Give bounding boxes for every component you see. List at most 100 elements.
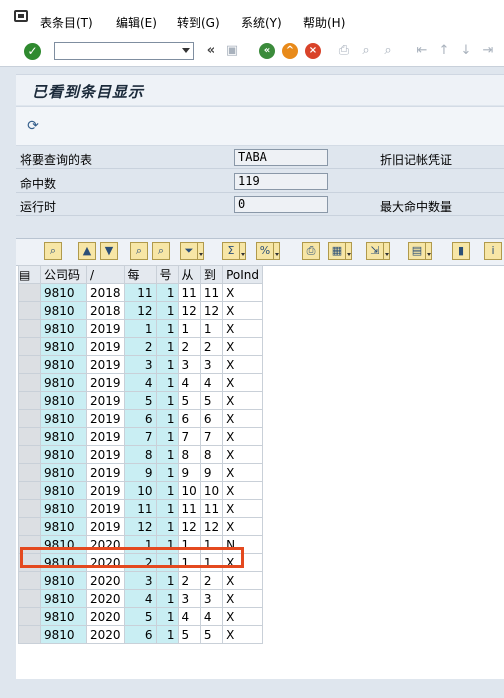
table-cell[interactable]: 2018 [86,301,125,320]
table-cell[interactable]: 11 [123,283,157,302]
table-cell[interactable]: 6 [177,409,201,428]
table-cell[interactable]: 1 [155,391,179,410]
table-cell[interactable]: 3 [123,571,157,590]
table-cell[interactable]: 4 [177,607,201,626]
table-cell[interactable]: 9810 [40,355,87,374]
table-row[interactable]: 9810 2020 4 1 3 3 X [18,589,264,608]
table-cell[interactable]: X [222,463,264,482]
table-row[interactable]: 9810 2019 10 1 10 10 X [18,481,264,500]
table-cell[interactable]: 11 [199,499,224,518]
row-selector[interactable] [18,499,41,518]
table-cell[interactable]: 3 [123,355,157,374]
table-cell[interactable]: 12 [199,301,224,320]
table-cell[interactable]: 4 [199,607,224,626]
table-cell[interactable]: X [222,625,264,644]
table-cell[interactable]: 2020 [86,607,125,626]
table-row[interactable]: 9810 2019 11 1 11 11 X [18,499,264,518]
table-cell[interactable]: 9810 [40,301,87,320]
table-cell[interactable]: 5 [123,391,157,410]
row-selector[interactable] [18,625,41,644]
table-cell[interactable]: 4 [199,373,224,392]
table-cell[interactable]: 2020 [86,589,125,608]
table-cell[interactable]: 9810 [40,499,87,518]
filter-dropdown-icon[interactable] [198,242,204,260]
row-selector[interactable] [18,607,41,626]
menu-logo-icon[interactable] [14,10,28,22]
table-cell[interactable]: 6 [123,409,157,428]
layout-dropdown-icon[interactable] [426,242,432,260]
table-cell[interactable]: 3 [199,589,224,608]
table-cell[interactable]: 8 [177,445,201,464]
table-row[interactable]: 9810 2020 3 1 2 2 X [18,571,264,590]
table-cell[interactable]: 1 [199,319,224,338]
table-cell[interactable]: 12 [199,517,224,536]
table-cell[interactable]: 9810 [40,481,87,500]
table-cell[interactable]: 2019 [86,409,125,428]
details-icon[interactable]: ⌕ [44,242,62,260]
find-next-icon[interactable]: ⌕ [152,242,170,260]
table-cell[interactable]: 2020 [86,625,125,644]
refresh-icon[interactable]: ⟳ [24,117,42,135]
table-cell[interactable]: 5 [199,391,224,410]
column-header[interactable]: 每 [123,265,157,284]
table-cell[interactable]: 6 [199,409,224,428]
table-cell[interactable]: 5 [199,625,224,644]
column-header[interactable]: 从 [177,265,201,284]
table-cell[interactable]: 1 [155,445,179,464]
table-cell[interactable]: 2019 [86,445,125,464]
table-cell[interactable]: 9810 [40,571,87,590]
table-cell[interactable]: 1 [155,427,179,446]
table-cell[interactable]: 12 [123,517,157,536]
table-cell[interactable]: 12 [177,301,201,320]
previous-page-icon[interactable]: ↑ [436,43,452,59]
select-all-icon[interactable]: ▤ [18,265,41,284]
table-cell[interactable]: 2 [177,337,201,356]
table-cell[interactable]: 2019 [86,481,125,500]
table-cell[interactable]: 4 [123,589,157,608]
table-cell[interactable]: 1 [155,625,179,644]
table-cell[interactable]: 10 [123,481,157,500]
table-row[interactable]: 9810 2020 6 1 5 5 X [18,625,264,644]
sort-ascending-icon[interactable]: ▲ [78,242,96,260]
table-cell[interactable]: 7 [177,427,201,446]
table-cell[interactable]: 7 [123,427,157,446]
back-icon[interactable]: « [259,43,275,59]
table-row[interactable]: 9810 2019 4 1 4 4 X [18,373,264,392]
table-cell[interactable]: X [222,409,264,428]
sum-dropdown-icon[interactable] [240,242,246,260]
row-selector[interactable] [18,589,41,608]
table-cell[interactable]: X [222,517,264,536]
table-cell[interactable]: X [222,355,264,374]
menu-table-entry[interactable]: 表条目(T) [40,14,93,31]
table-cell[interactable]: 1 [155,283,179,302]
table-cell[interactable]: 11 [177,283,201,302]
table-cell[interactable]: 9810 [40,607,87,626]
table-cell[interactable]: 7 [199,427,224,446]
row-selector[interactable] [18,481,41,500]
table-row[interactable]: 9810 2018 11 1 11 11 X [18,283,264,302]
table-cell[interactable]: 1 [155,319,179,338]
table-cell[interactable]: 11 [177,499,201,518]
table-cell[interactable]: 11 [199,283,224,302]
table-cell[interactable]: 5 [177,625,201,644]
column-header[interactable]: 公司码 [40,265,87,284]
table-cell[interactable]: 2019 [86,427,125,446]
table-cell[interactable]: 3 [177,355,201,374]
table-cell[interactable]: 1 [177,319,201,338]
table-cell[interactable]: 9810 [40,283,87,302]
table-cell[interactable]: X [222,373,264,392]
column-header[interactable]: PoInd [222,265,264,284]
table-cell[interactable]: 9810 [40,463,87,482]
table-cell[interactable]: 9810 [40,337,87,356]
table-cell[interactable]: X [222,337,264,356]
table-cell[interactable]: 9810 [40,517,87,536]
table-cell[interactable]: 11 [123,499,157,518]
command-field[interactable] [54,42,194,60]
table-cell[interactable]: 2019 [86,517,125,536]
table-cell[interactable]: 8 [199,445,224,464]
table-cell[interactable]: X [222,319,264,338]
table-cell[interactable]: 2019 [86,463,125,482]
table-cell[interactable]: 1 [155,517,179,536]
row-selector[interactable] [18,517,41,536]
table-row[interactable]: 9810 2019 1 1 1 1 X [18,319,264,338]
